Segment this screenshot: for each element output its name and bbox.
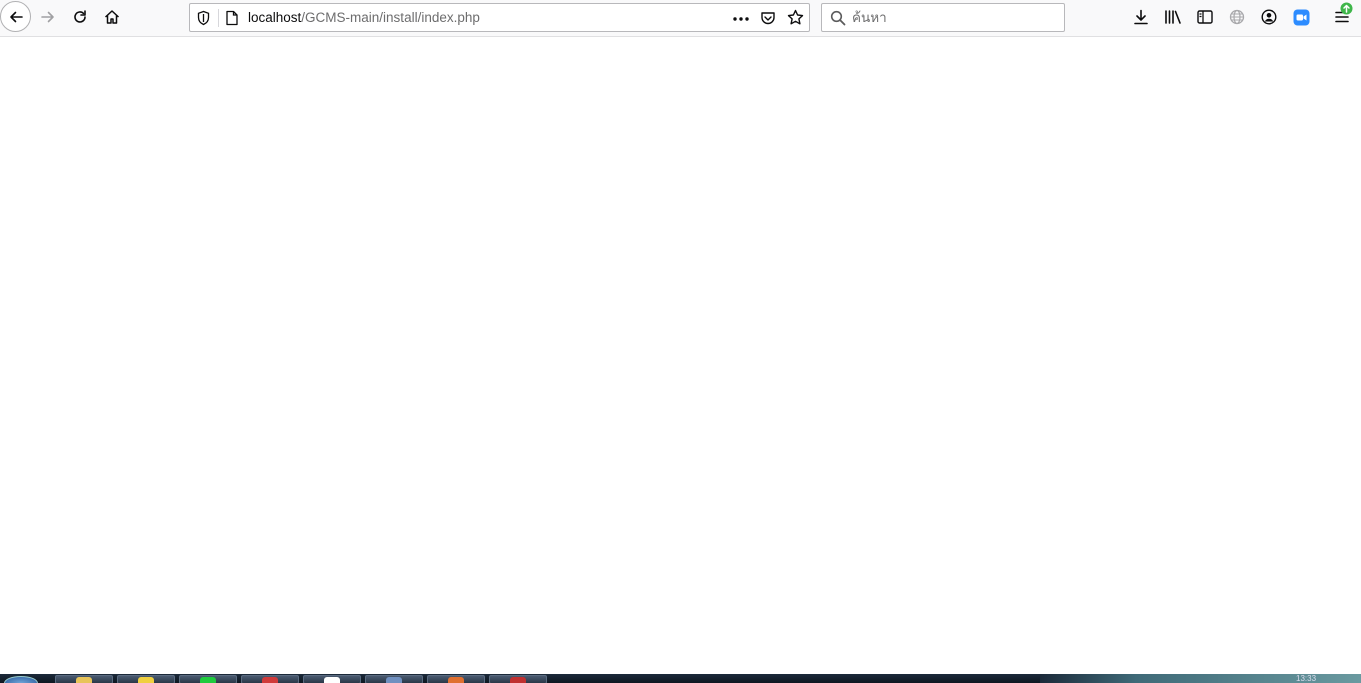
library-button[interactable] xyxy=(1158,2,1188,32)
url-host: localhost xyxy=(248,10,302,25)
taskbar-item-line[interactable] xyxy=(179,675,237,683)
reload-button[interactable] xyxy=(65,2,95,32)
forward-icon xyxy=(41,11,54,23)
url-divider xyxy=(218,9,219,27)
taskbar-item-explorer[interactable] xyxy=(55,675,113,683)
library-icon xyxy=(1165,10,1181,24)
account-icon xyxy=(1261,9,1277,25)
globe-button[interactable] xyxy=(1222,2,1252,32)
back-icon xyxy=(9,11,23,22)
page-content xyxy=(0,37,1361,674)
downloads-button[interactable] xyxy=(1126,2,1156,32)
page-icon[interactable] xyxy=(225,10,239,30)
sidebar-button[interactable] xyxy=(1190,2,1220,32)
search-placeholder: ค้นหา xyxy=(852,10,887,26)
shield-icon[interactable] xyxy=(196,10,211,30)
taskbar-item-favorites[interactable] xyxy=(117,675,175,683)
search-bar[interactable]: ค้นหา xyxy=(821,3,1065,32)
home-icon xyxy=(104,10,120,24)
start-button[interactable] xyxy=(4,676,38,683)
taskbar-item-globe[interactable] xyxy=(365,675,423,683)
browser-toolbar: localhost/GCMS-main/install/index.php ค้… xyxy=(0,0,1361,37)
taskbar-item-document[interactable] xyxy=(303,675,361,683)
forward-button[interactable] xyxy=(33,2,63,32)
taskbar: 13:33 xyxy=(0,674,1361,683)
taskbar-item-app[interactable] xyxy=(241,675,299,683)
sidebar-icon xyxy=(1197,10,1213,24)
more-icon[interactable] xyxy=(732,11,750,30)
download-icon xyxy=(1134,9,1148,25)
taskbar-clock[interactable]: 13:33 xyxy=(1296,674,1316,683)
taskbar-item-other[interactable] xyxy=(489,675,547,683)
account-button[interactable] xyxy=(1254,2,1284,32)
menu-button[interactable] xyxy=(1327,2,1357,32)
pocket-icon[interactable] xyxy=(760,10,776,30)
globe-icon xyxy=(1229,9,1245,25)
taskbar-item-powerpoint[interactable] xyxy=(427,675,485,683)
zoom-extension-button[interactable] xyxy=(1286,2,1316,32)
back-button[interactable] xyxy=(0,1,31,32)
url-bar[interactable]: localhost/GCMS-main/install/index.php xyxy=(189,3,810,32)
home-button[interactable] xyxy=(97,2,127,32)
search-icon xyxy=(830,10,846,30)
update-badge-icon xyxy=(1340,2,1353,15)
url-text[interactable]: localhost/GCMS-main/install/index.php xyxy=(248,9,480,27)
reload-icon xyxy=(74,10,86,23)
zoom-extension-icon xyxy=(1293,9,1309,25)
url-path: /GCMS-main/install/index.php xyxy=(301,10,480,25)
star-icon[interactable] xyxy=(787,9,804,30)
